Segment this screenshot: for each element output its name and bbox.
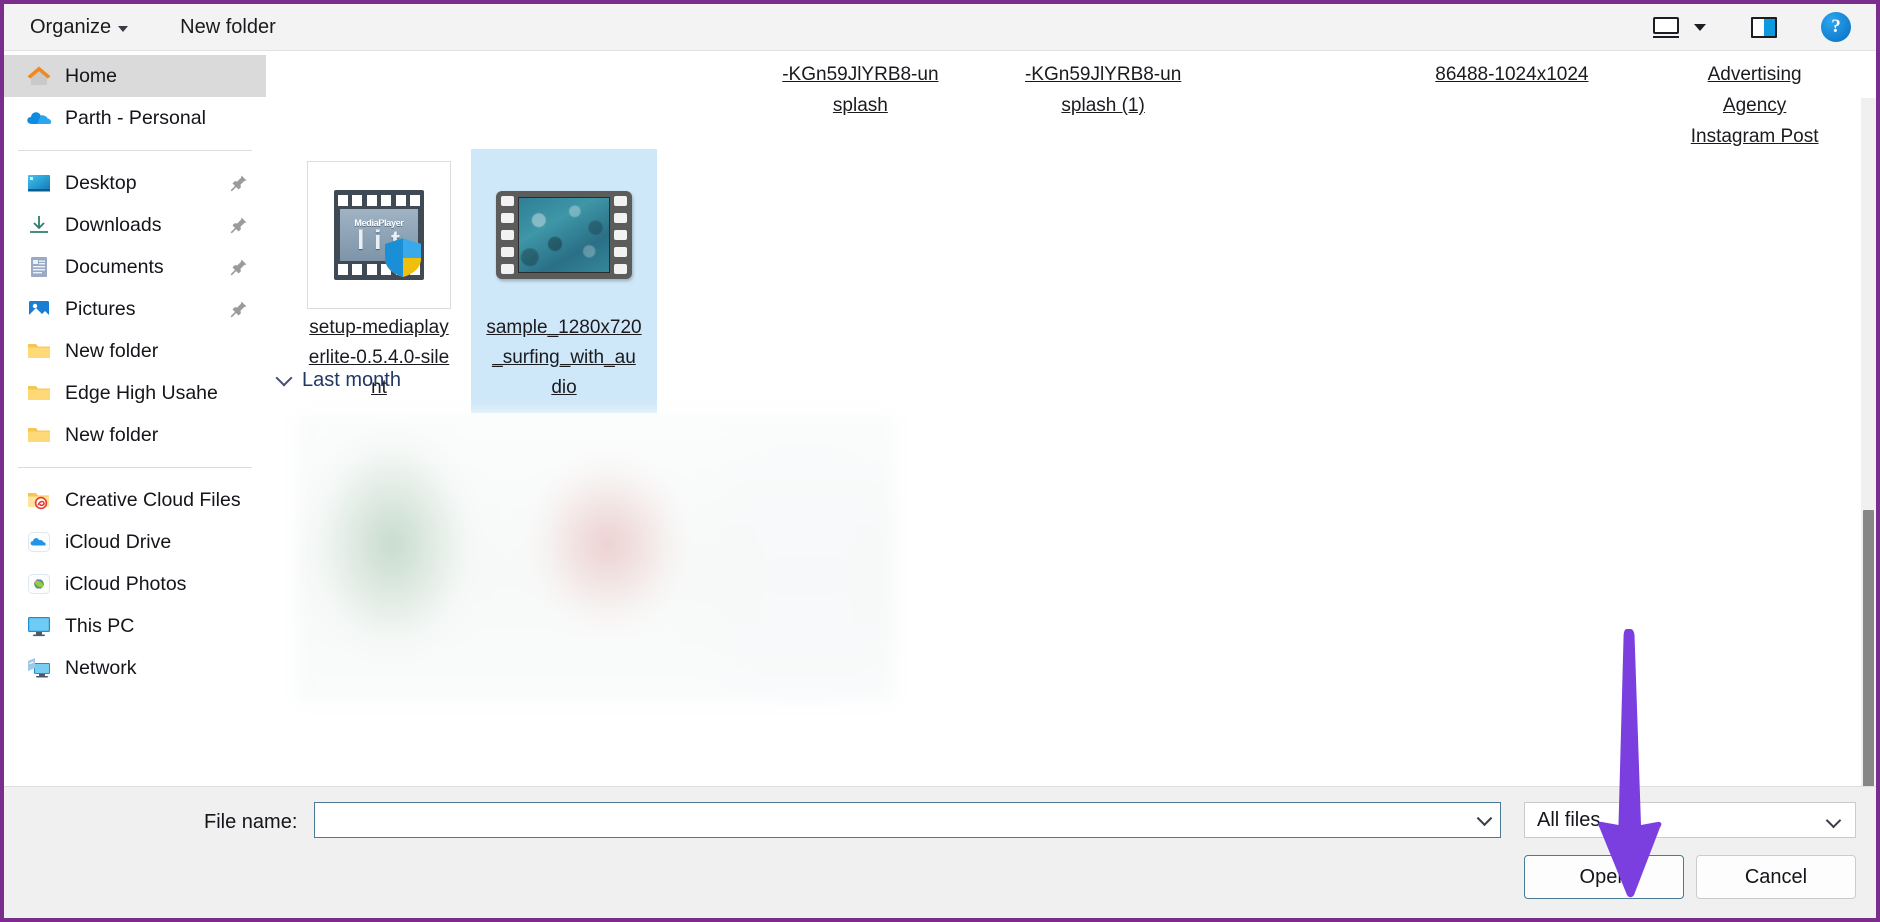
- file-thumbnail: [481, 159, 647, 311]
- sidebar-item-label: Pictures: [65, 297, 136, 320]
- sidebar-item-this-pc[interactable]: This PC: [4, 605, 266, 647]
- sidebar-item-icloud-drive[interactable]: iCloud Drive: [4, 521, 266, 563]
- sidebar-item-parth-personal[interactable]: Parth - Personal: [4, 97, 266, 139]
- toolbar: Organize New folder ?: [4, 4, 1876, 51]
- this-pc-icon: [26, 613, 52, 639]
- help-icon: ?: [1821, 12, 1851, 42]
- vertical-scrollbar-track[interactable]: [1861, 98, 1876, 786]
- dialog-footer: File name: All files Open Cancel: [4, 786, 1876, 918]
- file-name-label[interactable]: 86488-1024x1024: [1406, 51, 1619, 143]
- sidebar-item-label: Documents: [65, 255, 164, 278]
- sidebar-item-label: Parth - Personal: [65, 106, 206, 129]
- new-folder-button[interactable]: New folder: [168, 10, 288, 45]
- file-name-input[interactable]: [315, 809, 1455, 831]
- cancel-button-label: Cancel: [1744, 865, 1808, 888]
- sidebar-item-label: This PC: [65, 614, 135, 637]
- sidebar-item-label: Desktop: [65, 171, 137, 194]
- sidebar-item-new-folder-1[interactable]: New folder: [4, 330, 266, 372]
- onedrive-cloud-icon: [26, 105, 52, 131]
- sidebar-item-network[interactable]: Network: [4, 647, 266, 689]
- view-layout-button[interactable]: [1644, 8, 1688, 46]
- file-name-label-text: File name:: [204, 811, 298, 833]
- pin-icon[interactable]: [230, 174, 248, 192]
- sidebar-item-pictures[interactable]: Pictures: [4, 288, 266, 330]
- monitor-view-icon: [1653, 16, 1679, 38]
- sidebar-divider: [18, 150, 252, 151]
- file-name-label[interactable]: -KGn59JlYRB8-un splash (1): [997, 51, 1210, 143]
- desktop-icon: [26, 170, 52, 196]
- chevron-down-icon: [1825, 812, 1842, 829]
- sidebar-item-creative-cloud-files[interactable]: Creative Cloud Files: [4, 479, 266, 521]
- sidebar-item-label: Downloads: [65, 213, 162, 236]
- sidebar-item-downloads[interactable]: Downloads: [4, 204, 266, 246]
- chevron-down-icon[interactable]: [1476, 810, 1493, 827]
- folder-icon: [26, 338, 52, 364]
- mediaplayerlite-installer-icon: MediaPlayer l i t: [334, 190, 424, 280]
- file-name-input-wrapper[interactable]: [314, 802, 1501, 838]
- sidebar-item-label: New folder: [65, 423, 159, 446]
- file-open-dialog: Organize New folder ? Home Parth - Perso…: [0, 0, 1880, 922]
- sidebar-item-label: Network: [65, 656, 137, 679]
- group-header-label: Last month: [302, 369, 401, 391]
- sidebar-item-icloud-photos[interactable]: iCloud Photos: [4, 563, 266, 605]
- sidebar-item-label: iCloud Drive: [65, 530, 172, 553]
- preview-pane-icon: [1751, 16, 1777, 38]
- help-button[interactable]: ?: [1814, 8, 1858, 46]
- sidebar-item-label: New folder: [65, 339, 159, 362]
- sidebar-item-label: Edge High Usahe: [65, 381, 218, 404]
- file-name-label: setup-mediaplay erlite-0.5.4.0-sile nt: [308, 317, 450, 398]
- file-thumbnail: MediaPlayer l i t: [296, 159, 462, 311]
- sidebar-item-new-folder-2[interactable]: New folder: [4, 414, 266, 456]
- icloud-photos-icon: [26, 571, 52, 597]
- organize-label: Organize: [30, 15, 112, 38]
- sidebar-divider: [18, 467, 252, 468]
- file-name-label: sample_1280x720 _surfing_with_au dio: [486, 317, 642, 398]
- toolbar-right-group: ?: [1644, 8, 1876, 46]
- downloads-icon: [26, 212, 52, 238]
- sidebar-item-home[interactable]: Home: [4, 55, 266, 97]
- network-icon: [26, 655, 52, 681]
- file-tile-sample-video[interactable]: sample_1280x720 _surfing_with_au dio: [471, 149, 657, 413]
- chevron-down-icon: [118, 25, 129, 32]
- chevron-down-icon: [275, 369, 293, 386]
- preview-pane-button[interactable]: [1742, 8, 1786, 46]
- sidebar-item-label: Creative Cloud Files: [65, 488, 241, 511]
- sidebar-item-edge-high-usahe[interactable]: Edge High Usahe: [4, 372, 266, 414]
- folder-icon: [26, 422, 52, 448]
- pin-icon[interactable]: [230, 216, 248, 234]
- creative-cloud-folder-icon: [26, 487, 52, 513]
- folder-icon: [26, 380, 52, 406]
- organize-button[interactable]: Organize: [18, 10, 140, 45]
- chevron-down-icon: [1694, 23, 1706, 31]
- sidebar-item-label: iCloud Photos: [65, 572, 187, 595]
- sidebar-item-documents[interactable]: Documents: [4, 246, 266, 288]
- partial-file-row: -KGn59JlYRB8-un splash -KGn59JlYRB8-un s…: [266, 51, 1861, 147]
- blurred-content-region: [296, 413, 896, 703]
- new-folder-label: New folder: [180, 15, 276, 38]
- navigation-sidebar[interactable]: Home Parth - Personal Desktop Downloads …: [4, 51, 266, 786]
- icloud-drive-icon: [26, 529, 52, 555]
- pin-icon[interactable]: [230, 258, 248, 276]
- open-button[interactable]: Open: [1524, 855, 1684, 899]
- open-button-label: Open: [1579, 865, 1629, 888]
- file-list-area[interactable]: -KGn59JlYRB8-un splash -KGn59JlYRB8-un s…: [266, 51, 1876, 786]
- sidebar-item-label: Home: [65, 64, 118, 87]
- pictures-icon: [26, 296, 52, 322]
- file-type-value: All files: [1537, 808, 1601, 831]
- cancel-button[interactable]: Cancel: [1696, 855, 1856, 899]
- vertical-scrollbar-thumb[interactable]: [1863, 510, 1874, 786]
- sidebar-item-desktop[interactable]: Desktop: [4, 162, 266, 204]
- video-film-thumbnail: [496, 191, 632, 279]
- file-name-label[interactable]: -KGn59JlYRB8-un splash: [754, 51, 967, 143]
- group-header-last-month[interactable]: Last month: [266, 369, 401, 392]
- documents-icon: [26, 254, 52, 280]
- file-type-dropdown[interactable]: All files: [1524, 802, 1856, 838]
- view-layout-dropdown-button[interactable]: [1688, 8, 1718, 46]
- pin-icon[interactable]: [230, 300, 248, 318]
- file-name-label[interactable]: Advertising Agency Instagram Post: [1648, 51, 1861, 147]
- home-icon: [26, 63, 52, 89]
